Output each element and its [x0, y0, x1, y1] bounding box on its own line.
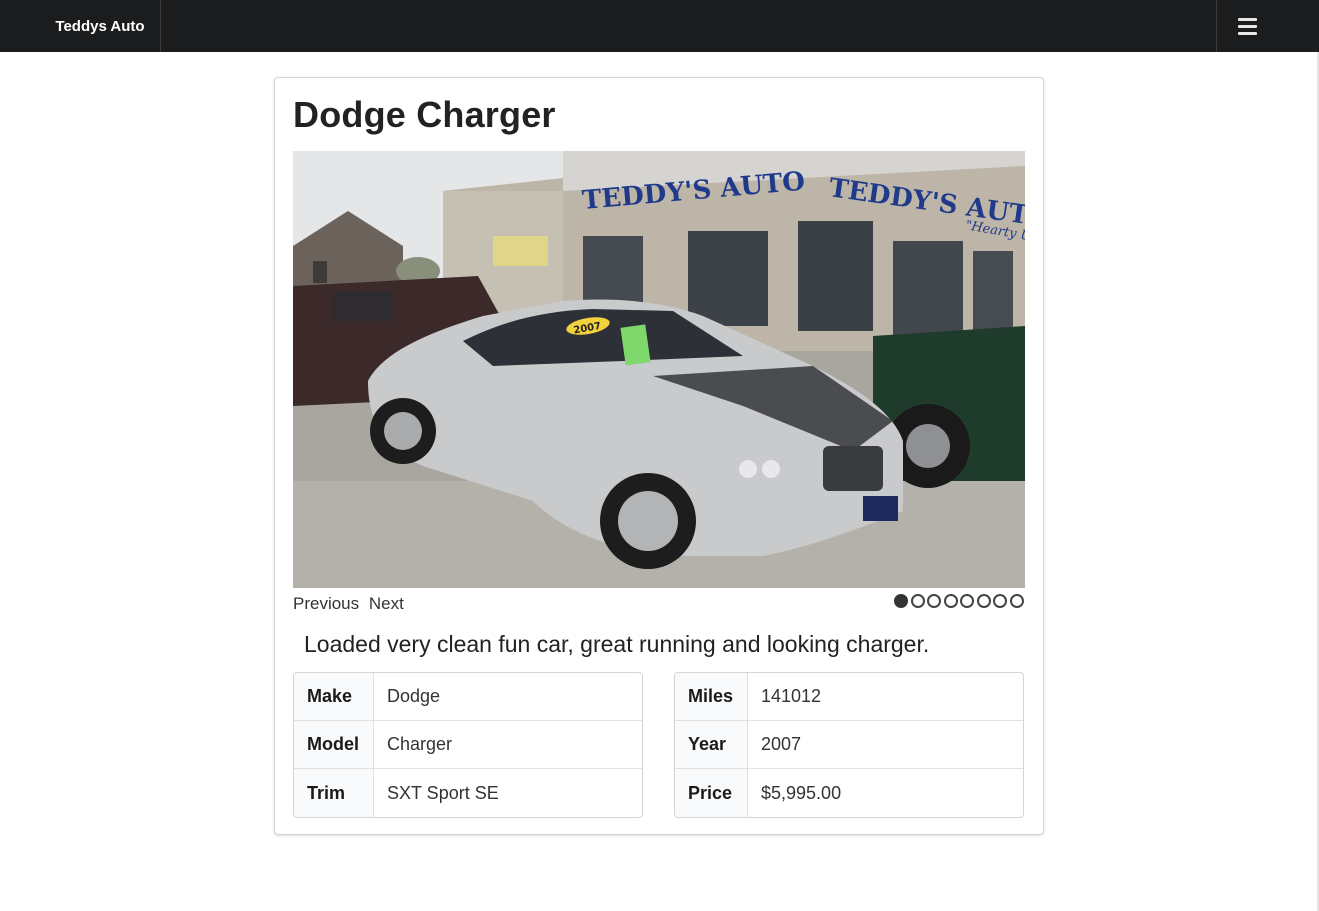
specs-table-left: Make Dodge Model Charger Trim SXT Sport …: [293, 672, 643, 818]
carousel-dot[interactable]: [976, 594, 991, 608]
spec-value: $5,995.00: [761, 782, 842, 803]
top-navbar: Teddys Auto: [0, 0, 1319, 52]
carousel-dot[interactable]: [927, 594, 941, 608]
spec-key: Trim: [294, 769, 374, 817]
carousel-dot[interactable]: [894, 594, 908, 608]
carousel-dot[interactable]: [1009, 594, 1024, 608]
spec-value: 2007: [748, 721, 1023, 769]
hamburger-menu-icon: [1238, 17, 1257, 35]
carousel-photo[interactable]: TEDDY'S AUTO TEDDY'S AUTO "Hearty Used" …: [293, 151, 1025, 588]
listing-card: Dodge Charger TEDDY'S AUTO TEDDY'S AUTO: [274, 77, 1044, 835]
table-row: Year 2007: [675, 721, 1023, 769]
listing-title: Dodge Charger: [293, 94, 556, 135]
carousel-dot[interactable]: [943, 594, 958, 608]
brand-link[interactable]: Teddys Auto: [40, 0, 161, 52]
spec-key: Year: [675, 721, 748, 769]
spec-value: SXT Sport SE: [387, 782, 499, 803]
table-row: Miles 141012: [675, 673, 1023, 721]
menu-button[interactable]: [1216, 0, 1278, 52]
spec-key: Miles: [675, 673, 748, 721]
table-row: Model Charger: [294, 721, 642, 769]
carousel-controls: Previous Next: [293, 594, 409, 614]
spec-key: Make: [294, 673, 374, 721]
table-row: Make Dodge: [294, 673, 642, 721]
spec-key: Price: [675, 769, 748, 817]
spec-value: 141012: [748, 673, 1023, 721]
carousel-dot[interactable]: [960, 594, 974, 608]
carousel-dots: [894, 594, 1024, 608]
carousel-dot[interactable]: [910, 594, 925, 608]
listing-description: Loaded very clean fun car, great running…: [304, 631, 930, 657]
spec-value: Charger: [374, 721, 642, 769]
spec-value: Dodge: [374, 673, 642, 721]
table-row: Price $5,995.00: [675, 769, 1023, 817]
specs-table-right: Miles 141012 Year 2007 Price $5,995.00: [674, 672, 1024, 818]
carousel-dot[interactable]: [993, 594, 1007, 608]
spec-key: Model: [294, 721, 374, 769]
table-row: Trim SXT Sport SE: [294, 769, 642, 817]
car-photo-image: TEDDY'S AUTO TEDDY'S AUTO "Hearty Used" …: [293, 151, 1025, 588]
carousel-next-link[interactable]: Next: [369, 594, 404, 613]
carousel-previous-link[interactable]: Previous: [293, 594, 359, 613]
